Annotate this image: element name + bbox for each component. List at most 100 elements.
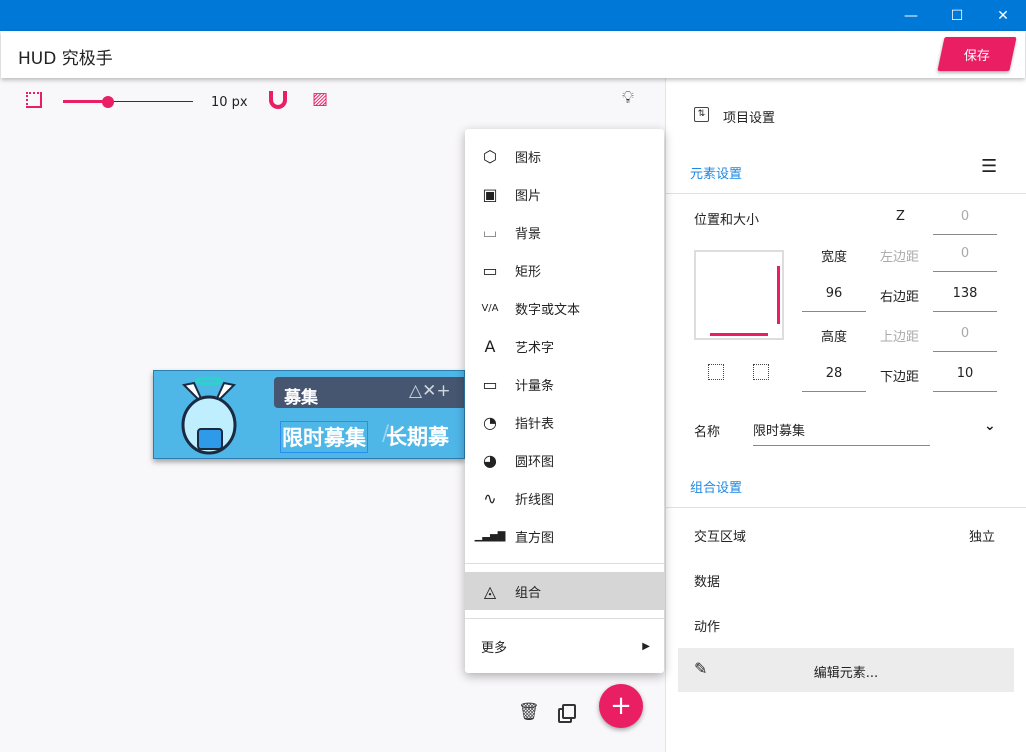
- maximize-button[interactable]: ☐: [934, 0, 980, 31]
- hexagon-icon: ⬡: [483, 146, 497, 166]
- chevron-double-down-icon[interactable]: ⌄: [984, 418, 996, 434]
- divider: [666, 193, 1026, 194]
- menu-item-7[interactable]: ◔ 指针表: [465, 403, 664, 441]
- menu-item-label: 更多: [481, 640, 508, 656]
- app-header: HUD 究极手 保存: [1, 31, 1025, 78]
- menu-item-2[interactable]: ⌴ 背景: [465, 213, 664, 251]
- menu-item-label: 数字或文本: [515, 302, 581, 318]
- width-field[interactable]: 96: [802, 286, 866, 301]
- action-label[interactable]: 动作: [694, 616, 720, 635]
- interaction-area-label: 交互区域: [694, 530, 747, 545]
- z-field[interactable]: 0: [933, 209, 997, 224]
- close-button[interactable]: ✕: [980, 0, 1026, 31]
- interaction-area-value[interactable]: 独立: [969, 526, 995, 545]
- name-field[interactable]: 限时募集: [753, 420, 805, 439]
- project-settings-link[interactable]: 项目设置: [723, 107, 775, 126]
- shapes-icon: ◬: [483, 581, 497, 601]
- menu-item-10[interactable]: ▁▃▅▇ 直方图: [465, 517, 664, 555]
- top-margin-field[interactable]: 0: [933, 326, 997, 341]
- app-title: HUD 究极手: [18, 49, 113, 69]
- divider: [666, 507, 1026, 508]
- chevron-right-icon: ▶: [642, 640, 650, 652]
- height-underline: [802, 391, 866, 392]
- grid-slider-thumb[interactable]: [102, 96, 114, 108]
- hud-tab-standard[interactable]: 长期募: [386, 421, 449, 451]
- duplicate-icon[interactable]: [562, 704, 576, 719]
- add-element-menu: ⬡ 图标 ▣ 图片 ⌴ 背景 ▭ 矩形 V/A 数字或文本 A 艺术字 ▭ 计量条 ◔ 指针表 ◕ 圆环图 ∿ 折线图…: [465, 129, 664, 673]
- element-settings-heading: 元素设置: [690, 167, 743, 182]
- minimize-button[interactable]: —: [888, 0, 934, 31]
- menu-item-9[interactable]: ∿ 折线图: [465, 479, 664, 517]
- rectangle-icon: ▭: [482, 260, 498, 280]
- width-label: 宽度: [820, 250, 847, 265]
- hud-element[interactable]: 募集 △✕+ 限时募集 / 长期募: [153, 370, 465, 459]
- menu-item-8[interactable]: ◕ 圆环图: [465, 441, 664, 479]
- menu-item-label: 艺术字: [515, 340, 555, 356]
- menu-item-1[interactable]: ▣ 图片: [465, 175, 664, 213]
- bottom-margin-label: 下边距: [880, 370, 920, 385]
- edit-element-label: 编辑元素...: [813, 666, 879, 681]
- pos-size-label: 位置和大小: [694, 213, 760, 228]
- menu-item-label: 计量条: [515, 378, 555, 394]
- bar-chart-icon: ▁▃▅▇: [474, 530, 506, 542]
- avatar-image: [181, 376, 237, 455]
- left-margin-field[interactable]: 0: [933, 246, 997, 261]
- line-chart-icon: ∿: [483, 488, 497, 508]
- z-underline: [933, 234, 997, 235]
- hud-tab-limited[interactable]: 限时募集: [280, 421, 368, 453]
- anchor-preview[interactable]: [694, 250, 784, 340]
- lightbulb-icon[interactable]: 💡︎: [622, 88, 634, 108]
- edit-element-button[interactable]: ✎ 编辑元素...: [678, 648, 1014, 692]
- menu-item-label: 折线图: [515, 492, 555, 508]
- list-icon[interactable]: ☰: [981, 156, 997, 177]
- name-label: 名称: [694, 425, 721, 440]
- text-number-icon: V/A: [481, 302, 499, 314]
- save-button[interactable]: 保存: [937, 37, 1017, 71]
- right-margin-label: 右边距: [880, 290, 920, 305]
- menu-divider: [465, 618, 664, 619]
- save-label: 保存: [963, 48, 990, 64]
- menu-item-label: 矩形: [515, 264, 542, 280]
- menu-item-4[interactable]: V/A 数字或文本: [465, 289, 664, 327]
- hud-symbols: △✕+: [409, 381, 451, 401]
- menu-item-label: 直方图: [515, 530, 555, 546]
- menu-item-group[interactable]: ◬ 组合: [465, 572, 664, 610]
- menu-item-6[interactable]: ▭ 计量条: [465, 365, 664, 403]
- delete-icon[interactable]: 🗑︎: [518, 702, 540, 722]
- menu-item-label: 图标: [515, 150, 542, 166]
- center-horizontal-icon[interactable]: [753, 364, 769, 380]
- swap-settings-icon[interactable]: ⇅: [694, 107, 709, 122]
- left-margin-label: 左边距: [880, 250, 920, 265]
- image-icon: ▣: [482, 184, 498, 204]
- menu-item-label: 组合: [515, 585, 542, 601]
- menu-item-0[interactable]: ⬡ 图标: [465, 137, 664, 175]
- image-icon[interactable]: ▨: [312, 89, 328, 109]
- menu-item-label: 圆环图: [515, 454, 555, 470]
- magnet-icon[interactable]: [269, 91, 287, 109]
- data-label[interactable]: 数据: [694, 571, 720, 590]
- menu-item-5[interactable]: A 艺术字: [465, 327, 664, 365]
- menu-item-label: 背景: [515, 226, 542, 242]
- right-margin-field[interactable]: 138: [933, 286, 997, 301]
- menu-item-3[interactable]: ▭ 矩形: [465, 251, 664, 289]
- right-underline: [933, 311, 997, 312]
- top-underline: [933, 351, 997, 352]
- dial-icon: ◔: [483, 412, 497, 432]
- add-element-button[interactable]: +: [599, 684, 643, 728]
- bottom-margin-field[interactable]: 10: [933, 366, 997, 381]
- left-underline: [933, 271, 997, 272]
- menu-item-more[interactable]: 更多 ▶: [465, 627, 664, 665]
- height-field[interactable]: 28: [802, 366, 866, 381]
- anchor-bottom[interactable]: [710, 333, 768, 336]
- grid-size-label: 10 px: [211, 95, 248, 110]
- center-vertical-icon[interactable]: [708, 364, 724, 380]
- group-settings-heading: 组合设置: [690, 481, 743, 496]
- crop-frame-icon[interactable]: [26, 92, 42, 108]
- title-bar: — ☐ ✕: [0, 0, 1026, 31]
- art-text-icon: A: [484, 336, 496, 356]
- bottom-underline: [933, 391, 997, 392]
- anchor-right[interactable]: [777, 266, 780, 324]
- background-icon: ⌴: [483, 222, 497, 241]
- z-label: Z: [896, 209, 905, 224]
- width-underline: [802, 311, 866, 312]
